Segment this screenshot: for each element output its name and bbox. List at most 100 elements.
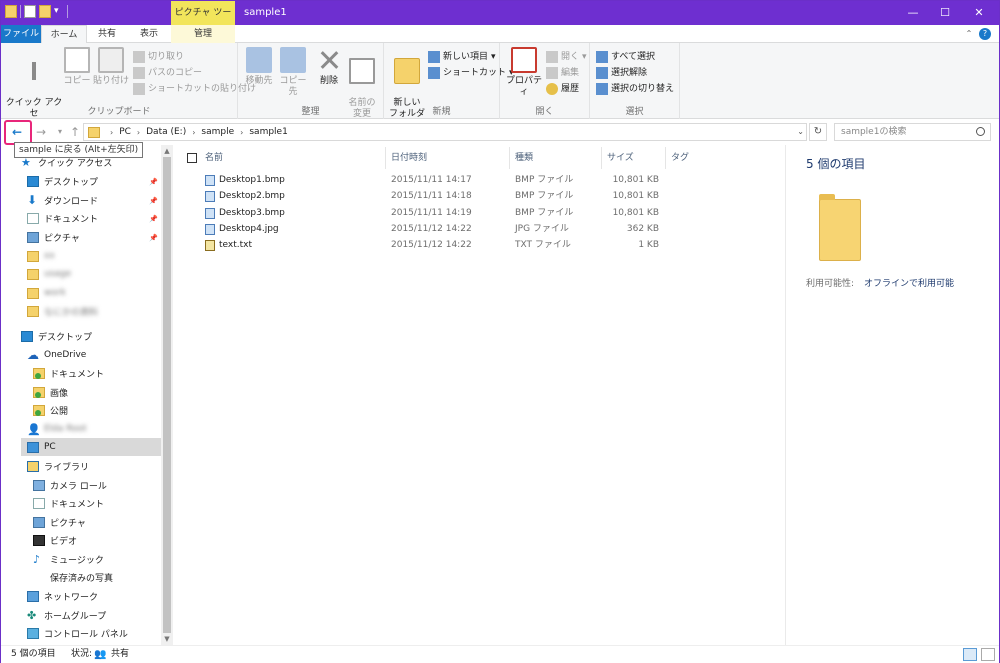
nav-item-camera-roll[interactable]: カメラ ロール [33,476,173,494]
history-button[interactable]: 履歴 [546,81,579,97]
search-icon[interactable] [976,127,985,136]
chevron-right-icon[interactable]: › [110,128,113,137]
breadcrumb-pc[interactable]: PC [119,127,131,137]
nav-item-onedrive-images[interactable]: 画像 [33,383,173,401]
nav-item-library-documents[interactable]: ドキュメント [33,494,173,512]
file-type: BMP ファイル [515,208,574,218]
chevron-right-icon[interactable]: › [240,128,243,137]
breadcrumb-sample1[interactable]: sample1 [249,127,287,137]
copy-button[interactable]: コピー [63,47,91,87]
ribbon-collapse-icon[interactable]: ⌃ [963,28,975,40]
table-row[interactable]: Desktop4.jpg 2015/11/12 14:22 JPG ファイル 3… [173,221,785,237]
column-header-type[interactable]: 種類 [515,151,533,165]
clipboard-group: クイック アクセ スにピン留め コピー 貼り付け 切り取り パスのコピー ショー… [1,43,256,130]
details-view-icon[interactable] [963,648,977,661]
properties-button[interactable]: プロパティ [504,47,544,98]
search-input[interactable]: sample1の検索 [834,123,991,141]
table-row[interactable]: Desktop1.bmp 2015/11/11 14:17 BMP ファイル 1… [173,172,785,188]
pin-icon: 📌 [149,215,158,223]
nav-label: ライブラリ [44,462,90,473]
nav-label: Elda Root [44,424,87,434]
nav-item-onedrive[interactable]: ☁ OneDrive [27,346,173,364]
large-icons-view-icon[interactable] [981,648,995,661]
select-group: すべて選択 選択解除 選択の切り替え 選択 [590,43,680,119]
copy-icon [64,47,90,73]
breadcrumb-drive[interactable]: Data (E:) [146,127,186,137]
forward-arrow-icon[interactable]: → [32,124,50,140]
pin-icon [21,58,47,84]
nav-item-saved-pictures[interactable]: 保存済みの写真 [33,568,173,586]
column-header-date[interactable]: 日付時刻 [391,151,427,165]
cut-button[interactable]: 切り取り [133,49,184,65]
chevron-right-icon[interactable]: › [192,128,195,137]
scroll-thumb[interactable] [163,157,171,633]
invert-selection-button[interactable]: 選択の切り替え [596,81,674,97]
column-divider[interactable] [665,147,666,169]
paste-button[interactable]: 貼り付け [93,47,129,87]
file-size: 10,801 KB [612,191,659,201]
scroll-down-icon[interactable]: ▼ [161,633,173,645]
table-row[interactable]: Desktop3.bmp 2015/11/11 14:19 BMP ファイル 1… [173,205,785,221]
close-icon[interactable]: ✕ [963,1,995,25]
properties-qat-icon[interactable] [24,5,36,18]
file-type: TXT ファイル [515,240,571,250]
refresh-icon[interactable]: ↻ [809,123,827,141]
column-header-name[interactable]: 名前 [205,151,223,165]
move-to-button[interactable]: 移動先 [242,47,276,87]
address-bar[interactable]: › PC › Data (E:) › sample › sample1 ⌄ [83,123,807,141]
minimize-icon[interactable]: — [897,1,929,25]
tab-view[interactable]: 表示 [127,25,171,43]
nav-item-libraries[interactable]: ライブラリ [27,457,173,475]
select-none-button[interactable]: 選択解除 [596,65,647,81]
nav-item-folder-1[interactable]: xx [27,247,173,265]
column-header-size[interactable]: サイズ [607,151,634,165]
nav-item-library-music[interactable]: ♪ ミュージック [33,550,173,568]
table-row[interactable]: text.txt 2015/11/12 14:22 TXT ファイル 1 KB [173,237,785,253]
nav-item-network[interactable]: ネットワーク [27,587,173,605]
nav-item-onedrive-public[interactable]: 公開 [33,401,173,419]
nav-item-pc[interactable]: PC [21,438,161,456]
breadcrumb-sample[interactable]: sample [201,127,234,137]
scroll-up-icon[interactable]: ▲ [161,145,173,157]
column-divider[interactable] [509,147,510,169]
tab-share[interactable]: 共有 [87,25,127,43]
table-row[interactable]: Desktop2.bmp 2015/11/11 14:18 BMP ファイル 1… [173,188,785,204]
chevron-right-icon[interactable]: › [137,128,140,137]
up-arrow-icon[interactable]: ↑ [66,124,84,140]
edit-button[interactable]: 編集 [546,65,579,81]
column-divider[interactable] [601,147,602,169]
nav-item-control-panel[interactable]: コントロール パネル [27,624,173,642]
nav-item-homegroup[interactable]: ✤ ホームグループ [27,606,173,624]
nav-item-folder-3[interactable]: work [27,284,173,302]
nav-item-desktop-root[interactable]: デスクトップ [21,327,173,345]
new-item-button[interactable]: 新しい項目 ▾ [428,49,496,65]
nav-item-onedrive-documents[interactable]: ドキュメント [33,364,173,382]
nav-item-folder-4[interactable]: なにかの資料 [27,302,173,320]
copy-path-button[interactable]: パスのコピー [133,65,202,81]
open-button[interactable]: 開く ▾ [546,49,587,65]
column-header-tag[interactable]: タグ [671,151,689,165]
nav-label: xx [44,251,55,261]
navigation-scrollbar[interactable]: ▲ ▼ [161,145,173,645]
open-label: 開く [561,52,580,62]
help-icon[interactable]: ? [979,28,991,40]
delete-button[interactable]: 削除 [314,47,344,87]
nav-item-folder-2[interactable]: usage [27,265,173,283]
chevron-down-icon[interactable]: ⌄ [797,124,804,140]
copy-to-button[interactable]: コピー先 [276,47,310,98]
maximize-icon[interactable]: ☐ [929,1,961,25]
file-name: text.txt [219,240,253,250]
column-divider[interactable] [385,147,386,169]
nav-item-user[interactable]: 👤 Elda Root [27,420,173,438]
tab-file[interactable]: ファイル [1,25,41,43]
back-arrow-icon[interactable]: ← [8,124,26,140]
new-folder-qat-icon[interactable] [39,5,51,18]
qat-dropdown-icon[interactable]: ▾ [54,5,64,18]
select-all-button[interactable]: すべて選択 [596,49,655,65]
nav-item-library-videos[interactable]: ビデオ [33,531,173,549]
nav-item-library-pictures[interactable]: ピクチャ [33,513,173,531]
select-all-checkbox[interactable] [187,153,197,163]
tab-home[interactable]: ホーム [41,25,87,44]
status-state-label: 状況: [71,649,93,659]
tab-manage[interactable]: 管理 [171,25,235,43]
